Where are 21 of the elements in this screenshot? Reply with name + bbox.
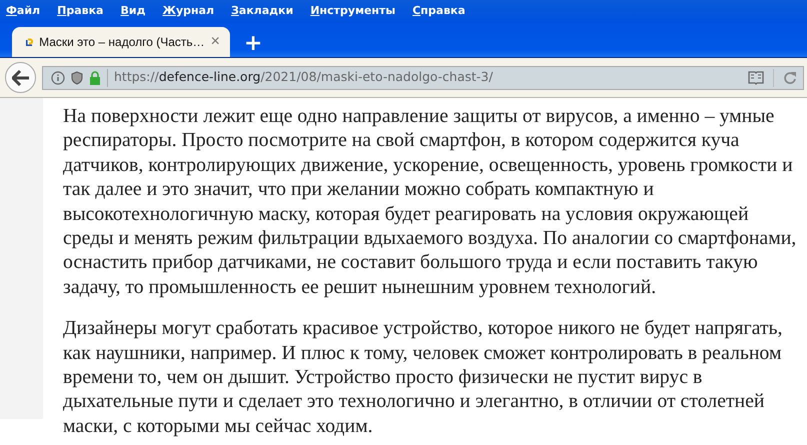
menu-item[interactable]: Правка — [57, 3, 104, 20]
menu-item[interactable]: Вид — [120, 3, 146, 20]
shield-icon[interactable] — [71, 70, 83, 84]
menu-item[interactable]: Закладки — [231, 3, 294, 20]
menu-item[interactable]: Файл — [6, 3, 40, 20]
tab-title: Маски это – надолго (Часть… — [39, 34, 205, 51]
close-tab-button[interactable]: × — [210, 30, 220, 54]
reload-icon[interactable] — [783, 70, 797, 84]
back-arrow-icon — [12, 70, 30, 86]
lock-icon[interactable] — [89, 70, 101, 84]
menu-item[interactable]: Справка — [412, 3, 466, 20]
menu-item[interactable]: Журнал — [162, 3, 214, 20]
address-field[interactable]: https://defence-line.org/2021/08/maski-eto-nadolgo-chast-3/ — [42, 66, 804, 90]
reader-view-icon[interactable] — [748, 70, 764, 84]
browser-tab[interactable]: Маски это – надолго (Часть… × — [12, 27, 230, 57]
new-tab-button[interactable]: + — [230, 33, 274, 57]
back-button[interactable] — [5, 62, 36, 93]
article-paragraph: На поверхности лежит еще одно направление защиты от вирусов, а именно – умные респираторы. Просто посмотрите на свой смартфон, в котором содержится куча датчиков, контролирующих движение, ускорение, освещенность, уровень громкости и так далее и это значит, что при желании можно собрать компактную и высокотехнологичную маску, которая будет реагировать на условия окружающей среды и менять режим фильтрации вдыхаемого воздуха. По аналогии со смартфонами, оснастить прибор датчиками, не составит большого труда и если поставить такую задачу, то промышленность ее решит нынешним уровнем технологий. — [63, 104, 798, 300]
article-paragraph: Дизайнеры могут сработать красивое устройство, которое никого не будет напрягать, как наушники, например. И плюс к тому, человек сможет контролировать в реальном времени то, чем он дышит. Устройство просто физически не пустит вирус в дыхательные пути и сделает это технологично и элегантно, в отличии от столетней маски, с которыми мы сейчас ходим. — [63, 316, 784, 438]
menu-item[interactable]: Инструменты — [310, 3, 396, 20]
info-icon[interactable] — [51, 70, 65, 84]
